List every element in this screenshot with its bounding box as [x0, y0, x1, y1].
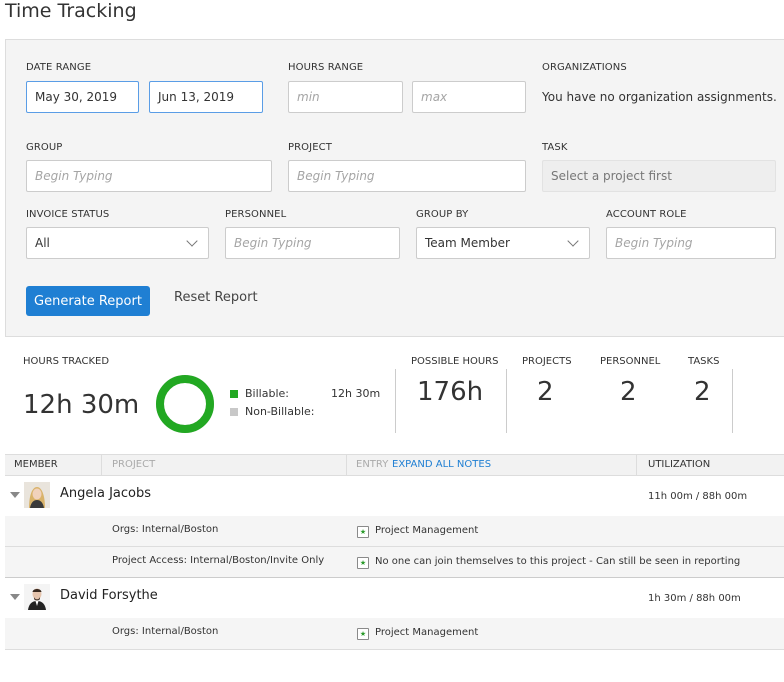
- column-separator: [636, 455, 637, 475]
- account-role-label: ACCOUNT ROLE: [606, 209, 687, 220]
- personnel-label: PERSONNEL: [225, 209, 287, 220]
- hours-min-input[interactable]: min: [288, 81, 403, 113]
- date-start-input[interactable]: May 30, 2019: [26, 81, 139, 113]
- column-separator: [101, 455, 102, 475]
- possible-hours-label: POSSIBLE HOURS: [411, 356, 499, 367]
- report-table-header: MEMBER PROJECT ENTRY EXPAND ALL NOTES UT…: [5, 454, 784, 476]
- note-star-icon: ★: [357, 526, 369, 538]
- group-input[interactable]: Begin Typing: [26, 160, 272, 192]
- member-utilization: 11h 00m / 88h 00m: [648, 491, 748, 502]
- group-label: GROUP: [26, 142, 63, 153]
- hours-tracked-value: 12h 30m: [23, 390, 140, 420]
- group-placeholder: Begin Typing: [35, 169, 113, 183]
- date-end-value: Jun 13, 2019: [158, 90, 235, 104]
- divider: [732, 369, 733, 433]
- chevron-down-icon: [567, 235, 579, 247]
- projects-value: 2: [537, 377, 554, 407]
- group-by-label: GROUP BY: [416, 209, 469, 220]
- divider: [506, 369, 507, 433]
- project-label: PROJECT: [288, 142, 332, 153]
- personnel-input[interactable]: Begin Typing: [225, 227, 400, 259]
- project-placeholder: Begin Typing: [297, 169, 375, 183]
- chevron-down-icon: [186, 235, 198, 247]
- detail-row: Orgs: Internal/Boston ★ Project Manageme…: [5, 618, 784, 649]
- personnel-summary-value: 2: [620, 377, 637, 407]
- hours-max-input[interactable]: max: [412, 81, 526, 113]
- detail-left-text: Orgs: Internal/Boston: [112, 524, 219, 535]
- generate-report-button[interactable]: Generate Report: [26, 286, 150, 316]
- member-row: Angela Jacobs 11h 00m / 88h 00m: [5, 476, 784, 516]
- invoice-status-select[interactable]: All: [26, 227, 209, 259]
- member-row: David Forsythe 1h 30m / 88h 00m: [5, 578, 784, 618]
- billable-legend-swatch: [230, 390, 238, 398]
- donut-billable-arc: [156, 375, 214, 433]
- detail-entry-text: Project Management: [375, 627, 479, 638]
- billable-value: 12h 30m: [331, 387, 381, 400]
- detail-row: Orgs: Internal/Boston ★ Project Manageme…: [5, 516, 784, 547]
- member-name: Angela Jacobs: [60, 486, 152, 501]
- tasks-label: TASKS: [688, 356, 720, 367]
- task-value: Select a project first: [551, 169, 672, 183]
- utilization-column-header: UTILIZATION: [648, 459, 711, 470]
- collapse-triangle-icon[interactable]: [10, 492, 20, 498]
- project-column-header: PROJECT: [112, 459, 156, 470]
- reset-report-button[interactable]: Reset Report: [174, 290, 258, 305]
- personnel-summary-label: PERSONNEL: [600, 356, 661, 367]
- billable-label: Billable:: [245, 387, 289, 400]
- non-billable-legend-swatch: [230, 408, 238, 416]
- detail-left-text: Project Access: Internal/Boston/Invite O…: [112, 555, 325, 566]
- possible-hours-value: 176h: [417, 377, 484, 407]
- member-column-header: MEMBER: [14, 459, 58, 470]
- detail-row: Project Access: Internal/Boston/Invite O…: [5, 547, 784, 578]
- column-separator: [346, 455, 347, 475]
- row-separator: [5, 649, 784, 650]
- hours-max-placeholder: max: [421, 90, 448, 104]
- date-end-input[interactable]: Jun 13, 2019: [149, 81, 263, 113]
- project-input[interactable]: Begin Typing: [288, 160, 526, 192]
- member-name: David Forsythe: [60, 588, 158, 603]
- personnel-placeholder: Begin Typing: [234, 236, 312, 250]
- note-star-icon: ★: [357, 628, 369, 640]
- billable-donut-chart: [156, 375, 214, 433]
- account-role-input[interactable]: Begin Typing: [606, 227, 776, 259]
- tasks-value: 2: [694, 377, 711, 407]
- projects-label: PROJECTS: [522, 356, 572, 367]
- detail-left-text: Orgs: Internal/Boston: [112, 626, 219, 637]
- task-input: Select a project first: [542, 160, 776, 192]
- invoice-status-value: All: [35, 236, 50, 250]
- task-label: TASK: [542, 142, 568, 153]
- hours-range-label: HOURS RANGE: [288, 62, 364, 73]
- detail-entry-text: Project Management: [375, 525, 479, 536]
- page-title: Time Tracking: [5, 0, 137, 22]
- note-star-icon: ★: [357, 557, 369, 569]
- entry-column-header: ENTRY: [356, 459, 389, 470]
- divider: [395, 369, 396, 433]
- invoice-status-label: INVOICE STATUS: [26, 209, 110, 220]
- date-range-label: DATE RANGE: [26, 62, 92, 73]
- hours-tracked-label: HOURS TRACKED: [23, 356, 110, 367]
- group-by-value: Team Member: [425, 236, 510, 250]
- account-role-placeholder: Begin Typing: [615, 236, 693, 250]
- date-start-value: May 30, 2019: [35, 90, 118, 104]
- group-by-select[interactable]: Team Member: [416, 227, 590, 259]
- organizations-label: ORGANIZATIONS: [542, 62, 627, 73]
- expand-all-notes-link[interactable]: EXPAND ALL NOTES: [392, 459, 491, 470]
- organizations-value: You have no organization assignments.: [542, 90, 777, 104]
- detail-entry-text: No one can join themselves to this proje…: [375, 556, 741, 567]
- collapse-triangle-icon[interactable]: [10, 594, 20, 600]
- member-utilization: 1h 30m / 88h 00m: [648, 593, 741, 604]
- avatar: [24, 584, 50, 610]
- hours-min-placeholder: min: [297, 90, 320, 104]
- filter-panel: DATE RANGE May 30, 2019 Jun 13, 2019 HOU…: [5, 39, 784, 337]
- avatar: [24, 482, 50, 508]
- non-billable-label: Non-Billable:: [245, 405, 315, 418]
